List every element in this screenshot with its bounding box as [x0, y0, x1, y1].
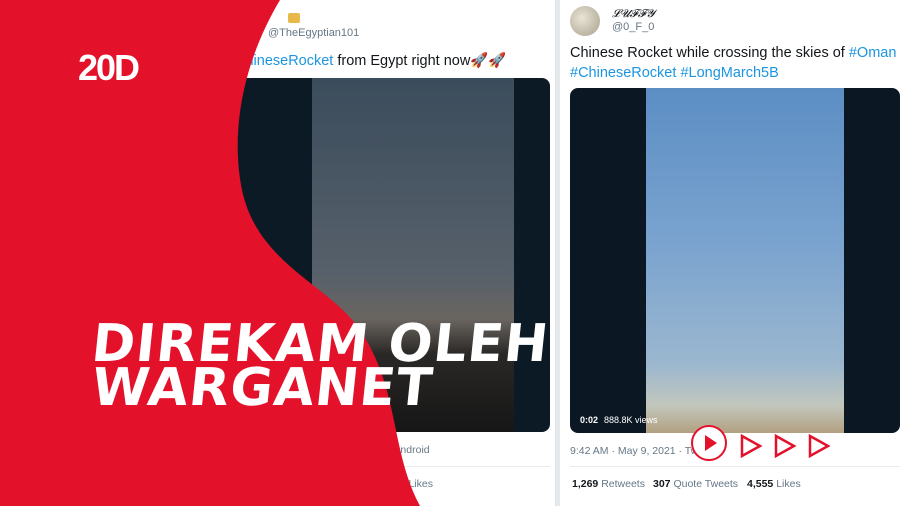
play-arrows-icon	[740, 433, 831, 459]
brand-logo[interactable]: 20D	[78, 47, 140, 89]
play-icon	[705, 435, 717, 451]
headline-line-2: WARGANET	[88, 358, 436, 418]
play-button[interactable]	[691, 425, 727, 461]
